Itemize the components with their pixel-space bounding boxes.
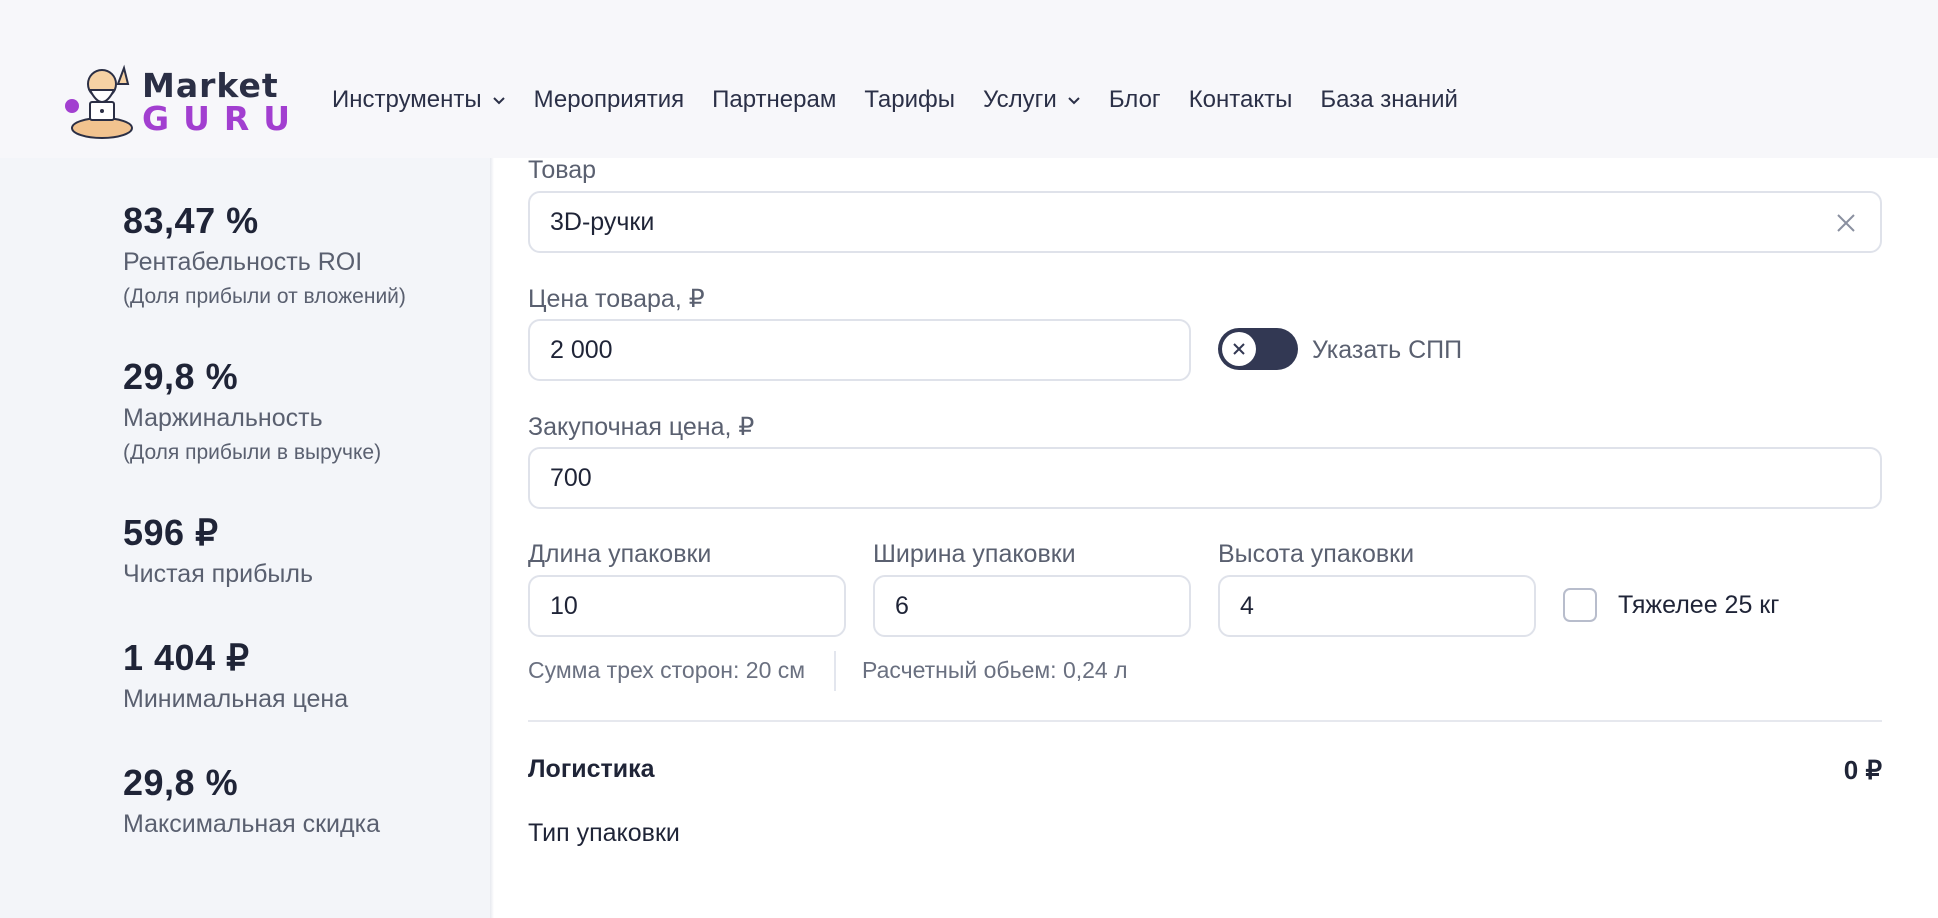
- logo[interactable]: Market GURU: [64, 62, 290, 142]
- nav-item-label: Инструменты: [332, 86, 482, 113]
- nav-item-label: База знаний: [1320, 86, 1458, 113]
- height-input[interactable]: 4: [1218, 575, 1536, 637]
- spp-toggle-label: Указать СПП: [1312, 336, 1463, 364]
- width-value: 6: [895, 591, 909, 620]
- nav-item-knowledge-base[interactable]: База знаний: [1320, 86, 1458, 114]
- main-nav: Инструменты Мероприятия Партнерам Тарифы…: [332, 86, 1486, 114]
- nav-item-events[interactable]: Мероприятия: [534, 86, 684, 114]
- nav-item-label: Партнерам: [712, 86, 837, 113]
- packaging-type-label: Тип упаковки: [528, 819, 680, 847]
- nav-item-label: Тарифы: [864, 86, 956, 113]
- length-value: 10: [550, 591, 578, 620]
- purchase-price-label: Закупочная цена, ₽: [528, 413, 755, 441]
- site-header: Market GURU Инструменты Мероприятия Парт…: [0, 0, 1938, 158]
- nav-item-label: Мероприятия: [533, 86, 685, 113]
- nav-item-label: Блог: [1108, 86, 1161, 113]
- nav-item-label: Контакты: [1188, 86, 1293, 113]
- metric-label: Максимальная скидка: [123, 810, 380, 838]
- metric-min-price: 1 404 ₽ Минимальная цена: [123, 637, 348, 714]
- close-icon[interactable]: [1834, 211, 1858, 235]
- metric-max-discount: 29,8 % Максимальная скидка: [123, 762, 380, 839]
- product-label: Товар: [528, 156, 597, 184]
- logo-text-guru: GURU: [142, 99, 305, 138]
- metric-roi: 83,47 % Рентабельность ROI (Доля прибыли…: [123, 200, 406, 309]
- metric-value: 596 ₽: [123, 512, 219, 553]
- sum-sides-text: Сумма трех сторон: 20 см: [528, 657, 806, 683]
- nav-item-pricing[interactable]: Тарифы: [864, 86, 955, 114]
- metric-value: 83,47 %: [123, 200, 259, 241]
- nav-item-blog[interactable]: Блог: [1109, 86, 1161, 114]
- length-input[interactable]: 10: [528, 575, 846, 637]
- nav-item-contacts[interactable]: Контакты: [1189, 86, 1293, 114]
- metric-label: Чистая прибыль: [123, 560, 313, 588]
- sidebar-divider: [490, 150, 494, 918]
- close-icon: [1233, 343, 1245, 355]
- section-divider: [528, 720, 1882, 722]
- metric-value: 29,8 %: [123, 762, 239, 803]
- chevron-down-icon: [492, 97, 505, 105]
- metric-margin: 29,8 % Маржинальность (Доля прибыли в вы…: [123, 356, 381, 465]
- width-label: Ширина упаковки: [873, 540, 1076, 568]
- metric-label: Маржинальность: [123, 404, 323, 432]
- price-value: 2 000: [550, 335, 613, 364]
- logistics-title: Логистика: [528, 755, 655, 783]
- metric-net-profit: 596 ₽ Чистая прибыль: [123, 512, 313, 589]
- heavy-checkbox-label: Тяжелее 25 кг: [1618, 591, 1780, 619]
- guru-mascot-icon: [65, 64, 133, 139]
- price-input[interactable]: 2 000: [528, 319, 1191, 381]
- nav-item-label: Услуги: [983, 86, 1057, 113]
- volume-text: Расчетный обьем: 0,24 л: [862, 657, 1128, 683]
- nav-item-tools[interactable]: Инструменты: [332, 86, 506, 114]
- hint-divider: [834, 651, 836, 691]
- toggle-knob: [1222, 332, 1256, 366]
- height-label: Высота упаковки: [1218, 540, 1415, 568]
- metric-label: Минимальная цена: [123, 685, 349, 713]
- purchase-price-input[interactable]: 700: [528, 447, 1882, 509]
- nav-item-services[interactable]: Услуги: [983, 86, 1081, 114]
- metric-sublabel: (Доля прибыли от вложений): [123, 285, 406, 308]
- height-value: 4: [1240, 591, 1254, 620]
- product-field[interactable]: 3D-ручки: [528, 191, 1882, 253]
- spp-toggle[interactable]: [1218, 328, 1298, 370]
- metric-label: Рентабельность ROI: [123, 248, 363, 276]
- length-label: Длина упаковки: [528, 540, 712, 568]
- nav-item-partners[interactable]: Партнерам: [712, 86, 836, 114]
- heavy-checkbox[interactable]: [1563, 588, 1597, 622]
- purchase-price-value: 700: [550, 463, 592, 492]
- chevron-down-icon: [1068, 97, 1080, 105]
- metric-value: 29,8 %: [123, 356, 239, 397]
- logistics-value: 0 ₽: [1843, 755, 1882, 785]
- price-label: Цена товара, ₽: [528, 285, 705, 313]
- width-input[interactable]: 6: [873, 575, 1191, 637]
- metric-value: 1 404 ₽: [123, 637, 250, 678]
- product-value: 3D-ручки: [550, 207, 655, 236]
- metric-sublabel: (Доля прибыли в выручке): [123, 441, 382, 464]
